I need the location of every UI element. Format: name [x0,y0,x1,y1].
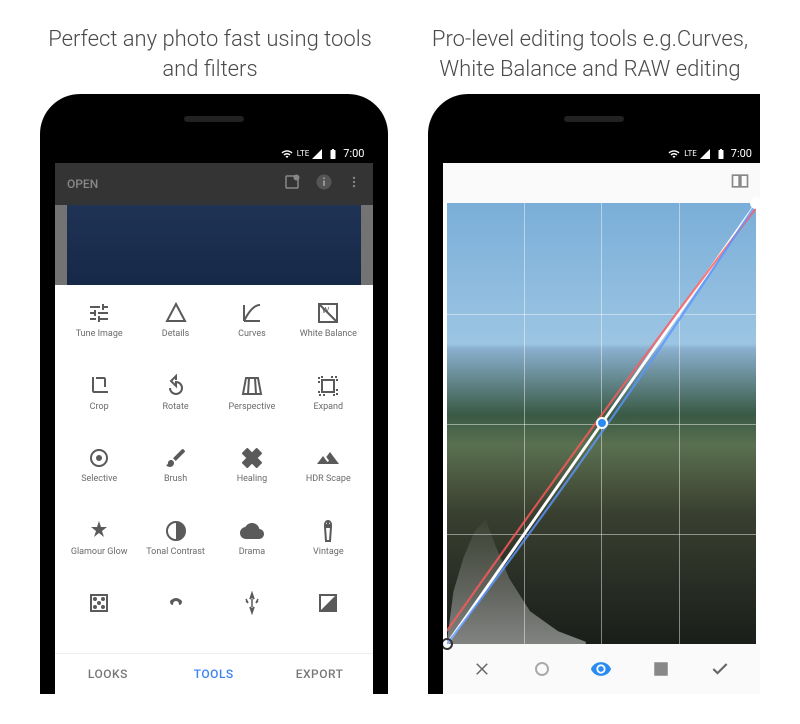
battery-icon [327,148,339,160]
photo-preview[interactable] [67,205,361,285]
tool-label: Glamour Glow [71,548,128,566]
tool-label: Brush [164,475,187,493]
status-bar: LTE 7:00 [55,144,373,163]
caption-left: Perfect any photo fast using tools and f… [40,25,380,84]
tool-label: Curves [238,330,266,348]
eye-icon[interactable] [590,658,612,680]
phone-frame-right: LTE 7:00 [428,94,761,694]
tool-crop[interactable]: Crop [61,370,137,436]
details-icon [164,301,188,325]
open-button[interactable]: OPEN [67,177,269,191]
tool-grainy-film[interactable] [61,587,137,653]
caption-right: Pro-level editing tools e.g.Curves, Whit… [420,25,760,84]
network-label: LTE [297,149,310,158]
healing-icon [240,446,264,470]
hdr-scape-icon [316,446,340,470]
expand-icon [316,374,340,398]
contrast-channel-icon[interactable] [650,658,672,680]
tool-grunge[interactable] [214,587,290,653]
info-icon[interactable] [315,173,333,195]
white-balance-icon: W [316,301,340,325]
wifi-icon [668,148,680,160]
luminance-channel-icon[interactable] [531,658,553,680]
app-bar: OPEN [55,163,373,205]
tool-label: Details [162,330,190,348]
tool-label: Vintage [313,548,344,566]
phone-speaker [184,116,244,122]
vintage-icon [316,519,340,543]
tool-label: Healing [237,475,268,493]
black-white-icon [316,591,340,615]
compare-icon[interactable] [730,171,750,195]
retrolux-icon [164,591,188,615]
grunge-icon [240,591,264,615]
signal-icon [311,148,323,160]
tab-export[interactable]: EXPORT [267,654,373,694]
tool-label: Crop [90,403,109,421]
status-time: 7:00 [731,147,752,160]
tool-expand[interactable]: Expand [290,370,366,436]
tool-rotate[interactable]: Rotate [137,370,213,436]
top-bar [443,163,761,203]
signal-icon [699,148,711,160]
perspective-icon [240,374,264,398]
tool-tonal-contrast[interactable]: Tonal Contrast [137,515,213,581]
glamour-glow-icon [87,519,111,543]
status-time: 7:00 [343,147,364,160]
tool-label: Tonal Contrast [146,548,205,566]
tool-details[interactable]: Details [137,297,213,363]
brush-icon [164,446,188,470]
tab-tools[interactable]: TOOLS [161,654,267,694]
crop-icon [87,374,111,398]
wifi-icon [281,148,293,160]
tool-selective[interactable]: Selective [61,442,137,508]
curves-icon [240,301,264,325]
tool-grid: Tune Image Details Curves W White Balance Cro… [55,285,373,653]
tool-label: White Balance [300,330,357,348]
curves-canvas[interactable] [447,203,757,644]
tune-image-icon [87,301,111,325]
tool-white-balance[interactable]: W White Balance [290,297,366,363]
tool-label: Drama [239,548,265,566]
tool-label: Perspective [229,403,276,421]
tab-looks[interactable]: LOOKS [55,654,161,694]
check-icon[interactable] [709,658,731,680]
tool-label: Expand [314,403,344,421]
curve-point[interactable] [750,197,760,209]
phone-frame-left: LTE 7:00 OPEN Tune Image Details Curves W Wh… [40,94,388,694]
status-bar: LTE 7:00 [443,144,761,163]
curve-point[interactable] [596,417,608,429]
channel-bar [443,644,761,694]
stack-icon[interactable] [283,173,301,195]
tool-brush[interactable]: Brush [137,442,213,508]
selective-icon [87,446,111,470]
tool-curves[interactable]: Curves [214,297,290,363]
tool-healing[interactable]: Healing [214,442,290,508]
grainy-film-icon [87,591,111,615]
tool-label: Selective [81,475,117,493]
tool-perspective[interactable]: Perspective [214,370,290,436]
tonal-contrast-icon [164,519,188,543]
tool-black-white[interactable] [290,587,366,653]
rotate-icon [164,374,188,398]
battery-icon [715,148,727,160]
tool-drama[interactable]: Drama [214,515,290,581]
more-icon[interactable] [347,173,361,195]
phone-speaker [564,116,624,122]
network-label: LTE [684,149,697,158]
tool-vintage[interactable]: Vintage [290,515,366,581]
tool-label: Tune Image [76,330,123,348]
tool-label: Rotate [162,403,188,421]
bottom-tabs: LOOKS TOOLS EXPORT [55,653,373,694]
tool-hdr-scape[interactable]: HDR Scape [290,442,366,508]
tool-tune-image[interactable]: Tune Image [61,297,137,363]
svg-text:W: W [322,306,329,315]
tool-label: HDR Scape [306,475,351,493]
tool-glamour-glow[interactable]: Glamour Glow [61,515,137,581]
drama-icon [240,519,264,543]
tool-retrolux[interactable] [137,587,213,653]
close-icon[interactable] [471,658,493,680]
